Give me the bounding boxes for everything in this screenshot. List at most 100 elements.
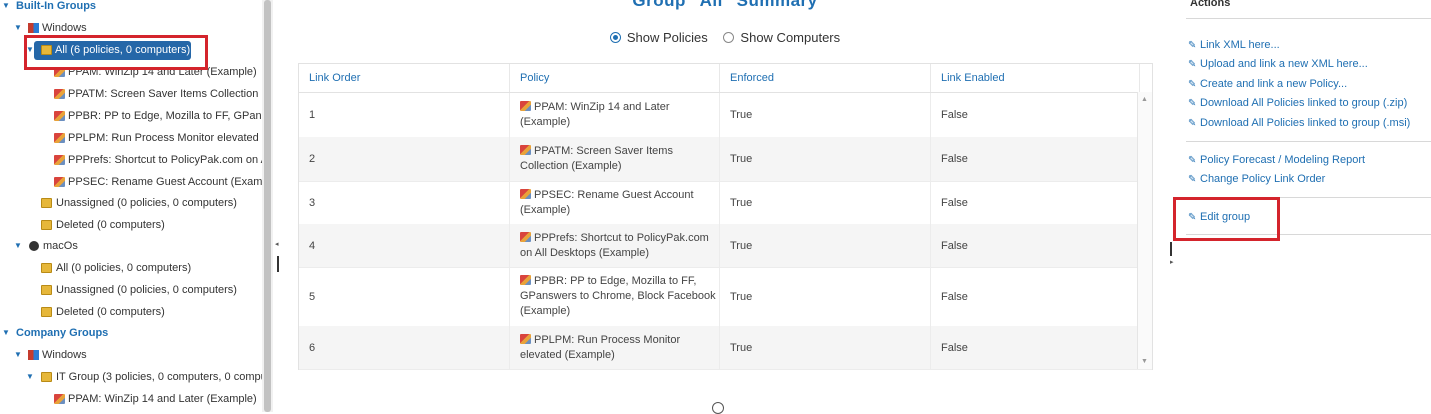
scroll-down-icon[interactable]: ▼ [1141,358,1148,365]
tree-mac-unassigned-label: Unassigned (0 policies, 0 computers) [56,284,237,296]
folder-icon [41,372,52,382]
column-header-policy[interactable]: Policy [510,64,720,92]
cell-policy: PPPrefs: Shortcut to PolicyPak.com on Al… [510,224,720,267]
cell-policy-text: PPPrefs: Shortcut to PolicyPak.com on Al… [520,231,709,259]
cell-policy: PPATM: Screen Saver Items Collection (Ex… [510,137,720,181]
table-row[interactable]: 6 PPLPM: Run Process Monitor elevated (E… [299,326,1152,370]
highlight-box-edit-group [1173,197,1280,241]
cell-link-order: 4 [299,224,510,267]
cell-link-enabled: False [931,93,1140,137]
expand-arrow-icon[interactable]: ▼ [14,237,22,255]
policy-icon [54,177,65,187]
cell-enforced: True [720,93,931,137]
tree-mac-deleted-label: Deleted (0 computers) [56,306,165,318]
cell-link-enabled: False [931,224,1140,267]
tree-it-policy-label: PPAM: WinZip 14 and Later (Example) [68,393,257,405]
tree-company-label: Company Groups [16,327,109,339]
table-row[interactable]: 5 PPBR: PP to Edge, Mozilla to FF, GPans… [299,267,1152,327]
show-computers-option[interactable]: Show Computers [723,30,840,45]
table-row[interactable]: 3 PPSEC: Rename Guest Account (Example) … [299,181,1152,225]
action-label: Download All Policies linked to group (.… [1200,117,1411,129]
tree-deleted-label: Deleted (0 computers) [56,219,165,231]
tree-policy-label: PPBR: PP to Edge, Mozilla to FF, GPansw [68,110,262,122]
cell-link-enabled: False [931,181,1140,224]
collapse-right-icon[interactable]: ▸ [1170,258,1174,266]
left-splitter-handle[interactable] [277,256,279,272]
download-zip-action[interactable]: ✎ Download All Policies linked to group (… [1188,95,1407,111]
table-row[interactable]: 4 PPPrefs: Shortcut to PolicyPak.com on … [299,224,1152,268]
policy-icon [54,89,65,99]
table-row[interactable]: 1 PPAM: WinZip 14 and Later (Example) Tr… [299,93,1152,138]
folder-icon [41,307,52,317]
cell-link-enabled: False [931,267,1140,326]
expand-arrow-icon[interactable]: ▼ [2,0,10,15]
cell-link-order: 2 [299,137,510,181]
divider [1186,18,1431,19]
cell-policy: PPBR: PP to Edge, Mozilla to FF, GPanswe… [510,267,720,326]
folder-icon [41,198,52,208]
radio-selected-icon[interactable] [609,32,621,43]
table-row[interactable]: 2 PPATM: Screen Saver Items Collection (… [299,137,1152,182]
action-label: Change Policy Link Order [1200,173,1326,185]
expand-arrow-icon[interactable]: ▼ [14,346,22,364]
expand-arrow-icon[interactable]: ▼ [26,368,34,386]
cell-enforced: True [720,326,931,369]
column-header-link-enabled[interactable]: Link Enabled [931,64,1140,92]
windows-icon [28,350,39,360]
table-header: Link Order Policy Enforced Link Enabled [299,64,1152,93]
tree-policy-label: PPATM: Screen Saver Items Collection (Ex [68,88,262,100]
pencil-icon: ✎ [1188,155,1197,166]
cell-enforced: True [720,267,931,326]
column-header-enforced[interactable]: Enforced [720,64,931,92]
cell-policy-text: PPBR: PP to Edge, Mozilla to FF, GPanswe… [520,275,716,317]
cell-link-order: 5 [299,267,510,326]
policy-icon [54,394,65,404]
cell-link-order: 3 [299,181,510,224]
expand-arrow-icon[interactable]: ▼ [14,19,22,37]
policy-icon [54,155,65,165]
radio-unselected-icon[interactable] [723,32,735,43]
right-splitter-handle[interactable] [1170,242,1172,256]
highlight-box-all-node [24,35,208,70]
tree-policy-label: PPPrefs: Shortcut to PolicyPak.com on Al [68,154,262,166]
pencil-icon: ✎ [1188,98,1197,109]
show-policies-label: Show Policies [626,30,708,45]
pencil-icon: ✎ [1188,118,1197,129]
policy-icon [520,188,531,199]
folder-icon [41,263,52,273]
show-policies-option[interactable]: Show Policies [609,30,708,45]
change-link-order-action[interactable]: ✎ Change Policy Link Order [1188,171,1325,187]
cell-policy-text: PPSEC: Rename Guest Account (Example) [520,188,694,216]
download-msi-action[interactable]: ✎ Download All Policies linked to group (… [1188,115,1410,131]
divider [1186,141,1431,142]
tree-macos-label: macOs [43,240,78,252]
create-link-policy-action[interactable]: ✎ Create and link a new Policy... [1188,76,1347,92]
table-scrollbar[interactable]: ▲ ▼ [1137,92,1152,369]
cell-link-order: 1 [299,93,510,137]
tree-unassigned-label: Unassigned (0 policies, 0 computers) [56,197,237,209]
policy-icon [54,111,65,121]
action-label: Policy Forecast / Modeling Report [1200,154,1366,166]
tree-company-windows-label: Windows [42,349,87,361]
cell-policy-text: PPLPM: Run Process Monitor elevated (Exa… [520,333,681,361]
policy-forecast-action[interactable]: ✎ Policy Forecast / Modeling Report [1188,152,1365,168]
collapse-left-icon[interactable]: ◂ [275,240,279,248]
column-header-link-order[interactable]: Link Order [299,64,510,92]
policy-icon [520,333,531,344]
view-toggle: Show Policies Show Computers [282,30,1168,45]
tree-scrollbar-thumb[interactable] [264,0,271,412]
upload-link-xml-action[interactable]: ✎ Upload and link a new XML here... [1188,56,1368,72]
actions-title: Actions [1190,0,1231,9]
tree-mac-all-label: All (0 policies, 0 computers) [56,262,192,274]
pencil-icon: ✎ [1188,79,1197,90]
policy-icon [520,231,531,242]
link-xml-action[interactable]: ✎ Link XML here... [1188,37,1280,53]
expand-arrow-icon[interactable]: ▼ [2,324,10,342]
tree-policy-label: PPSEC: Rename Guest Account (Example [68,176,262,188]
policy-icon [520,145,531,155]
pencil-icon: ✎ [1188,174,1197,185]
cell-link-order: 6 [299,326,510,369]
summary-panel: Group "All" Summary Show Policies Show C… [282,0,1168,412]
folder-icon [41,220,52,230]
scroll-up-icon[interactable]: ▲ [1141,96,1148,103]
